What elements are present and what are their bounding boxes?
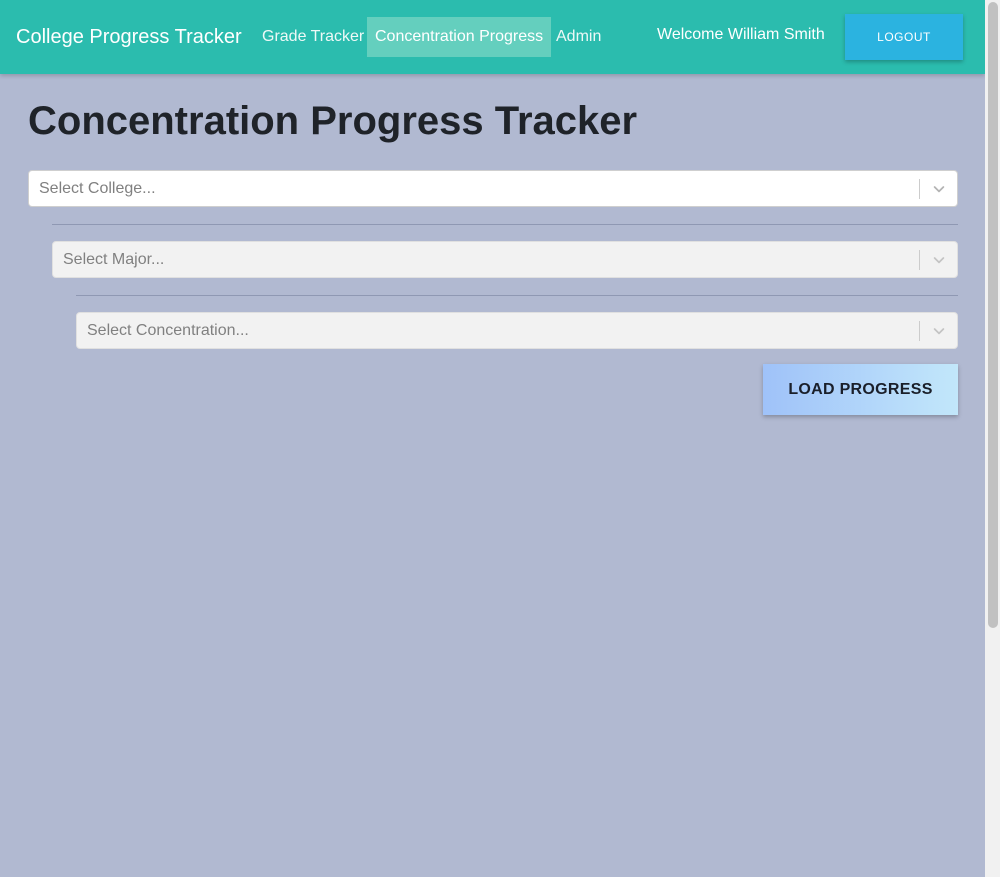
load-progress-button[interactable]: LOAD PROGRESS [763,364,958,415]
chevron-down-icon[interactable] [931,181,947,197]
select-separator [919,179,920,199]
concentration-select-placeholder: Select Concentration... [87,322,249,339]
select-separator [919,250,920,270]
scrollbar-thumb[interactable] [988,2,998,628]
major-select[interactable]: Select Major... [52,241,958,278]
nav-link-concentration-progress[interactable]: Concentration Progress [367,17,552,57]
welcome-text: Welcome William Smith [657,26,825,43]
brand-title[interactable]: College Progress Tracker [16,25,242,49]
chevron-down-icon[interactable] [931,323,947,339]
select-separator [919,321,920,341]
divider [76,295,958,296]
navbar: College Progress Tracker Grade Tracker C… [0,0,985,74]
page: College Progress Tracker Grade Tracker C… [0,0,985,877]
divider [52,224,958,225]
concentration-select[interactable]: Select Concentration... [76,312,958,349]
major-select-placeholder: Select Major... [63,251,165,268]
nav-link-grade-tracker[interactable]: Grade Tracker [254,17,372,57]
page-title: Concentration Progress Tracker [28,99,638,143]
chevron-down-icon[interactable] [931,252,947,268]
nav-link-admin[interactable]: Admin [548,17,609,57]
college-select[interactable]: Select College... [28,170,958,207]
logout-button[interactable]: LOGOUT [845,14,963,60]
college-select-placeholder: Select College... [39,180,156,197]
